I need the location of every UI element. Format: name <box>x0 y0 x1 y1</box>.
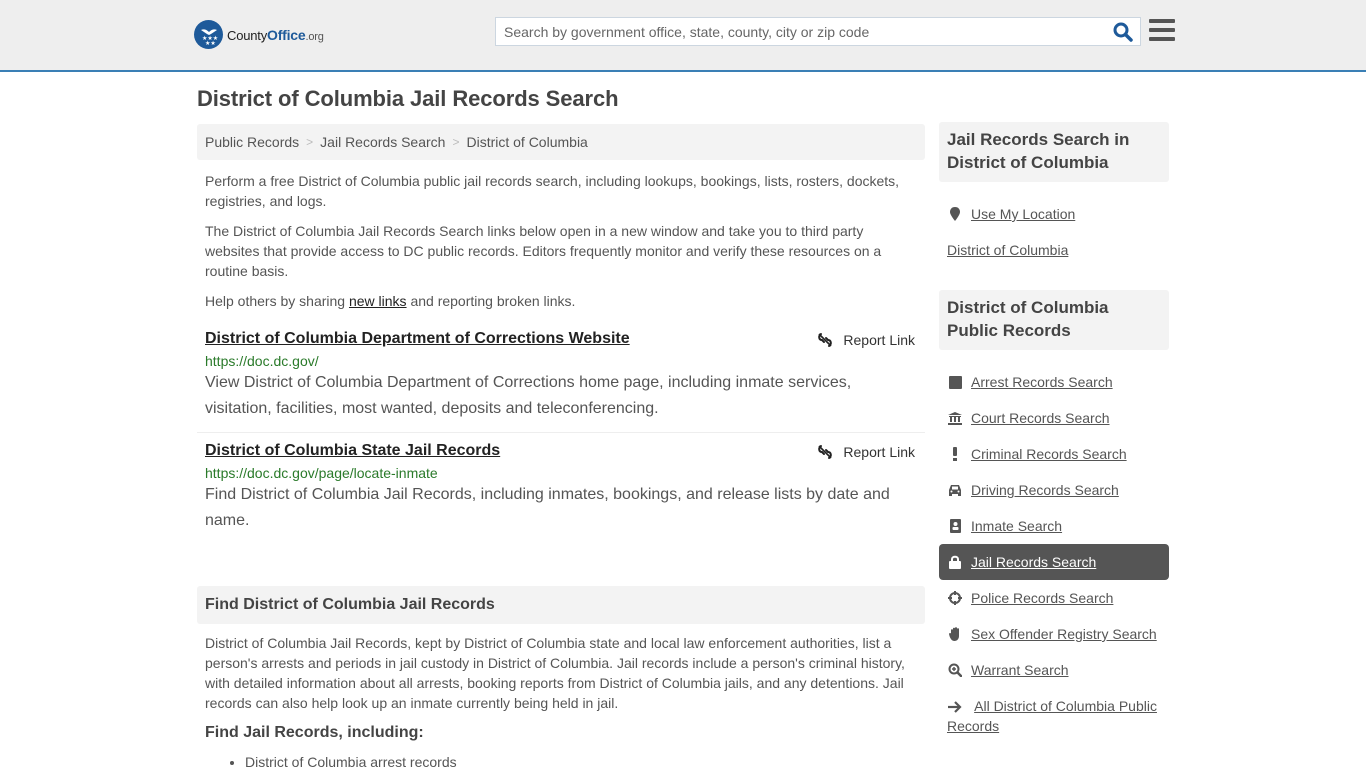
report-link-label: Report Link <box>843 444 915 460</box>
sidebar-item-all-public-records[interactable]: All District of Columbia Public Records <box>939 688 1169 736</box>
sidebar-public-records-list: Arrest Records Search Court Records Sear… <box>939 364 1169 736</box>
find-records-heading: Find District of Columbia Jail Records <box>197 586 925 624</box>
logo-text: CountyOffice.org <box>227 26 324 43</box>
find-records-body: District of Columbia Jail Records, kept … <box>197 633 925 772</box>
share-links-paragraph: Help others by sharing new links and rep… <box>205 291 917 311</box>
sidebar-item-court-records[interactable]: Court Records Search <box>939 400 1169 436</box>
sidebar-item-sex-offender-registry[interactable]: Sex Offender Registry Search <box>939 616 1169 652</box>
intro-text: Perform a free District of Columbia publ… <box>197 171 925 311</box>
sidebar-location-list: Use My Location District of Columbia <box>939 196 1169 268</box>
broken-link-icon <box>818 333 833 347</box>
sidebar-item-warrant-search[interactable]: Warrant Search <box>939 652 1169 688</box>
sidebar-item-label[interactable]: Criminal Records Search <box>971 446 1127 462</box>
result-title-link[interactable]: District of Columbia Department of Corre… <box>205 330 630 348</box>
sidebar-item-arrest-records[interactable]: Arrest Records Search <box>939 364 1169 400</box>
sidebar-item-police-records[interactable]: Police Records Search <box>939 580 1169 616</box>
sidebar-item-label[interactable]: Court Records Search <box>971 410 1110 426</box>
find-records-list: District of Columbia arrest records <box>245 752 917 772</box>
result-item: District of Columbia Department of Corre… <box>197 321 925 433</box>
svg-text:★★: ★★ <box>205 40 216 46</box>
breadcrumb-district-of-columbia[interactable]: District of Columbia <box>466 134 587 150</box>
menu-bar-icon <box>1149 19 1175 23</box>
square-icon <box>947 375 963 389</box>
result-description: View District of Columbia Department of … <box>205 374 852 417</box>
breadcrumb-jail-records-search[interactable]: Jail Records Search <box>320 134 445 150</box>
sidebar-item-label[interactable]: Jail Records Search <box>971 554 1096 570</box>
site-logo[interactable]: ★★★ ★★ CountyOffice.org <box>194 20 324 49</box>
site-search <box>495 17 1141 46</box>
find-records-paragraph: District of Columbia Jail Records, kept … <box>205 635 905 711</box>
result-title-link[interactable]: District of Columbia State Jail Records <box>205 442 500 460</box>
arrow-right-icon <box>947 701 963 714</box>
breadcrumb-separator: > <box>452 135 460 149</box>
sidebar-item-label[interactable]: Inmate Search <box>971 518 1062 534</box>
page-content: District of Columbia Jail Records Search… <box>197 86 1169 770</box>
exclamation-icon <box>947 447 963 461</box>
find-records-list-item: District of Columbia arrest records <box>245 752 917 772</box>
site-header: ★★★ ★★ CountyOffice.org <box>0 0 1366 72</box>
result-url-link[interactable]: https://doc.dc.gov/page/locate-inmate <box>205 465 917 481</box>
page-title: District of Columbia Jail Records Search <box>197 86 619 111</box>
breadcrumb: Public Records > Jail Records Search > D… <box>197 124 925 160</box>
use-my-location-item[interactable]: Use My Location <box>939 196 1169 232</box>
sidebar-item-label[interactable]: Warrant Search <box>971 662 1069 678</box>
breadcrumb-public-records[interactable]: Public Records <box>205 134 299 150</box>
menu-bar-icon <box>1149 28 1175 32</box>
intro-paragraph: The District of Columbia Jail Records Se… <box>205 223 882 279</box>
use-my-location-link[interactable]: Use My Location <box>971 206 1075 222</box>
sidebar-item-driving-records[interactable]: Driving Records Search <box>939 472 1169 508</box>
find-records-subheading: Find Jail Records, including: <box>205 724 424 741</box>
lock-icon <box>947 555 963 569</box>
sidebar-public-records-heading: District of Columbia Public Records <box>939 290 1169 350</box>
main-column: Public Records > Jail Records Search > D… <box>197 124 925 772</box>
sidebar-item-label[interactable]: Sex Offender Registry Search <box>971 626 1157 642</box>
report-link-button[interactable]: Report Link <box>817 444 915 460</box>
sidebar-item-inmate-search[interactable]: Inmate Search <box>939 508 1169 544</box>
sidebar-item-label[interactable]: Police Records Search <box>971 590 1113 606</box>
car-icon <box>947 484 963 496</box>
id-badge-icon <box>947 519 963 533</box>
sidebar-location-heading: Jail Records Search in District of Colum… <box>939 122 1169 182</box>
zoom-in-icon <box>947 663 963 677</box>
share-text: Help others by sharing <box>205 293 349 309</box>
result-url-link[interactable]: https://doc.dc.gov/ <box>205 353 917 369</box>
hamburger-menu-button[interactable] <box>1149 19 1175 43</box>
district-of-columbia-link[interactable]: District of Columbia <box>947 242 1068 258</box>
sidebar: Jail Records Search in District of Colum… <box>939 122 1169 758</box>
location-link-item[interactable]: District of Columbia <box>939 232 1169 268</box>
sidebar-item-label[interactable]: Arrest Records Search <box>971 374 1113 390</box>
search-icon <box>1113 22 1133 42</box>
crosshairs-icon <box>947 591 963 605</box>
report-link-button[interactable]: Report Link <box>817 332 915 348</box>
intro-paragraph: Perform a free District of Columbia publ… <box>205 173 900 209</box>
report-link-label: Report Link <box>843 332 915 348</box>
eagle-stars-icon: ★★★ ★★ <box>194 20 223 49</box>
share-text: and reporting broken links. <box>406 293 576 309</box>
result-description: Find District of Columbia Jail Records, … <box>205 486 890 529</box>
menu-bar-icon <box>1149 37 1175 41</box>
hand-icon <box>947 627 963 641</box>
all-public-records-link[interactable]: All District of Columbia Public Records <box>947 698 1157 734</box>
search-input[interactable] <box>496 18 1096 45</box>
search-button[interactable] <box>1112 21 1134 43</box>
sidebar-item-criminal-records[interactable]: Criminal Records Search <box>939 436 1169 472</box>
new-links-link[interactable]: new links <box>349 293 407 309</box>
breadcrumb-separator: > <box>306 135 314 149</box>
sidebar-item-label[interactable]: Driving Records Search <box>971 482 1119 498</box>
map-marker-icon <box>947 207 963 221</box>
broken-link-icon <box>818 445 833 459</box>
courthouse-icon <box>947 411 963 425</box>
sidebar-item-jail-records[interactable]: Jail Records Search <box>939 544 1169 580</box>
result-item: District of Columbia State Jail Records … <box>197 433 925 544</box>
